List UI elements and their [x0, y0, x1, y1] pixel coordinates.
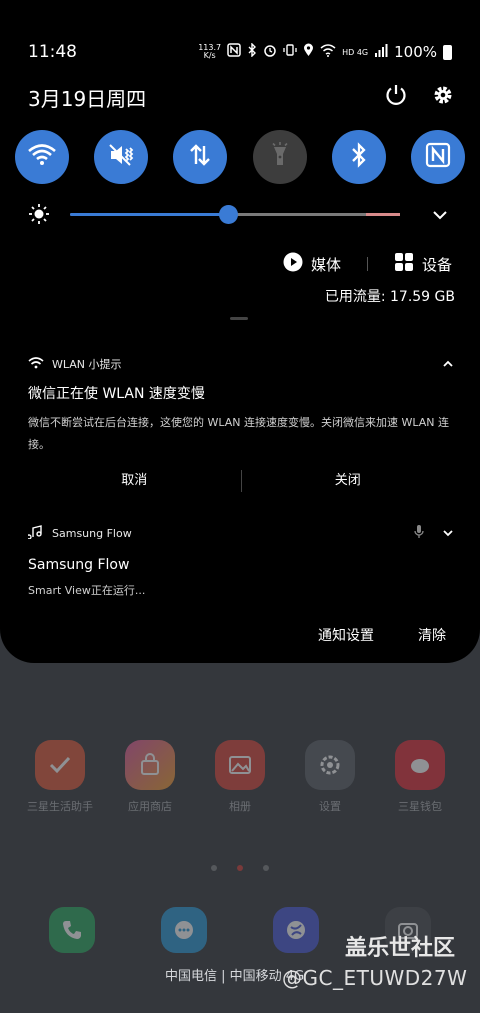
- devices-button[interactable]: 设备: [394, 252, 452, 276]
- alarm-icon: [263, 43, 277, 61]
- app-label: 应用商店: [128, 800, 172, 813]
- app-label: 三星钱包: [398, 800, 442, 813]
- chevron-down-icon[interactable]: [442, 527, 454, 540]
- brightness-slider[interactable]: [70, 205, 400, 224]
- brightness-high-zone: [366, 213, 400, 216]
- location-icon: [303, 43, 314, 61]
- app-store[interactable]: 应用商店: [105, 740, 195, 814]
- app-samsung-life[interactable]: 三星生活助手: [15, 740, 105, 814]
- signal-icon: [374, 43, 388, 61]
- status-time: 11:48: [28, 42, 77, 62]
- samsung-flow-icon: [26, 524, 44, 542]
- close-button[interactable]: 关闭: [242, 466, 455, 496]
- mute-vibrate-icon: [107, 142, 135, 172]
- gallery-icon: [215, 740, 265, 790]
- shade-footer: 通知设置 清除: [318, 625, 446, 645]
- app-label: 相册: [229, 800, 251, 813]
- messages-icon[interactable]: [161, 907, 207, 953]
- app-label: 三星生活助手: [27, 800, 93, 813]
- cancel-button[interactable]: 取消: [28, 466, 241, 496]
- app-wallet[interactable]: 三星钱包: [375, 740, 465, 814]
- notification-title: 微信正在使 WLAN 速度变慢: [28, 386, 205, 402]
- wifi-icon: [27, 143, 57, 171]
- notification-header: Samsung Flow: [26, 524, 454, 542]
- notification-app-name: Samsung Flow: [52, 526, 132, 540]
- notification-title: Samsung Flow: [28, 557, 130, 573]
- media-label: 媒体: [310, 255, 341, 274]
- notification-body: 微信不断尝试在后台连接，这使您的 WLAN 连接速度变慢。关闭微信来加速 WLA…: [28, 416, 450, 451]
- notification-wlan[interactable]: WLAN 小提示 微信正在使 WLAN 速度变慢 微信不断尝试在后台连接，这使您…: [28, 356, 454, 496]
- power-icon[interactable]: [384, 83, 408, 111]
- play-icon: [283, 252, 303, 276]
- nfc-icon: [425, 142, 451, 172]
- notification-app-name: WLAN 小提示: [52, 358, 122, 371]
- chevron-down-icon[interactable]: [432, 206, 448, 225]
- notification-shade: 11:48 113.7 K/s HD 4G 100% 3月19日周四 媒体 设备…: [0, 0, 480, 663]
- brightness-row: [28, 200, 452, 230]
- drag-handle[interactable]: [230, 317, 248, 320]
- bluetooth-icon: [350, 141, 368, 173]
- chevron-up-icon[interactable]: [442, 358, 454, 371]
- gear-icon[interactable]: [432, 84, 454, 110]
- phone-icon[interactable]: [49, 907, 95, 953]
- network-label: HD 4G: [342, 47, 369, 57]
- notification-header: WLAN 小提示: [28, 356, 454, 372]
- data-arrows-icon: [187, 142, 213, 172]
- battery-percent: 100%: [394, 43, 437, 61]
- tile-mobile-data[interactable]: [173, 130, 228, 184]
- status-icons: 113.7 K/s HD 4G 100%: [198, 42, 452, 61]
- notification-actions: 取消 关闭: [28, 466, 454, 496]
- bluetooth-icon: [247, 42, 257, 61]
- watermark-user: @GC_ETUWD27W: [282, 966, 468, 990]
- app-settings[interactable]: 设置: [285, 740, 375, 814]
- media-button[interactable]: 媒体: [283, 252, 341, 276]
- tile-flashlight[interactable]: [252, 130, 307, 184]
- app-icon: [35, 740, 85, 790]
- nfc-icon: [227, 43, 241, 61]
- data-usage: 已用流量: 17.59 GB: [324, 289, 455, 305]
- browser-icon[interactable]: [273, 907, 319, 953]
- gear-icon: [305, 740, 355, 790]
- status-bar: 11:48 113.7 K/s HD 4G 100%: [28, 40, 452, 64]
- microphone-icon: [414, 524, 424, 542]
- watermark-brand: 盖乐世社区: [345, 936, 456, 961]
- grid-icon: [394, 252, 414, 276]
- app-label: 设置: [319, 800, 341, 813]
- tile-sound[interactable]: [94, 130, 149, 184]
- devices-label: 设备: [421, 255, 452, 274]
- sun-icon: [28, 203, 50, 229]
- tile-wifi[interactable]: [15, 130, 69, 184]
- clear-button[interactable]: 清除: [418, 625, 446, 645]
- wifi-warning-icon: [28, 356, 44, 372]
- notification-body: Smart View正在运行...: [28, 584, 146, 597]
- vibrate-icon: [283, 43, 297, 61]
- date-row: 3月19日周四: [28, 82, 454, 112]
- piggy-icon: [395, 740, 445, 790]
- brightness-thumb[interactable]: [219, 205, 239, 224]
- tile-bluetooth[interactable]: [331, 130, 386, 184]
- page-indicator: [0, 856, 480, 875]
- notification-settings-button[interactable]: 通知设置: [318, 625, 374, 645]
- date-label[interactable]: 3月19日周四: [28, 83, 146, 112]
- bag-icon: [125, 740, 175, 790]
- divider: [366, 257, 368, 271]
- tile-nfc[interactable]: [410, 130, 465, 184]
- notification-samsung-flow[interactable]: Samsung Flow Samsung Flow Smart View正在运行…: [26, 524, 454, 598]
- flashlight-icon: [269, 142, 291, 172]
- net-speed-unit: K/s: [203, 51, 216, 60]
- page-dot: [263, 865, 269, 871]
- app-gallery[interactable]: 相册: [195, 740, 285, 814]
- battery-icon: [443, 44, 452, 60]
- page-dot: [211, 865, 217, 871]
- quick-settings-tiles: [15, 130, 465, 184]
- wifi-icon: [320, 43, 336, 61]
- page-dot-active: [237, 865, 243, 871]
- net-speed: 113.7 K/s: [198, 44, 221, 60]
- media-devices-row: 媒体 设备: [283, 252, 452, 276]
- brightness-fill: [70, 213, 229, 216]
